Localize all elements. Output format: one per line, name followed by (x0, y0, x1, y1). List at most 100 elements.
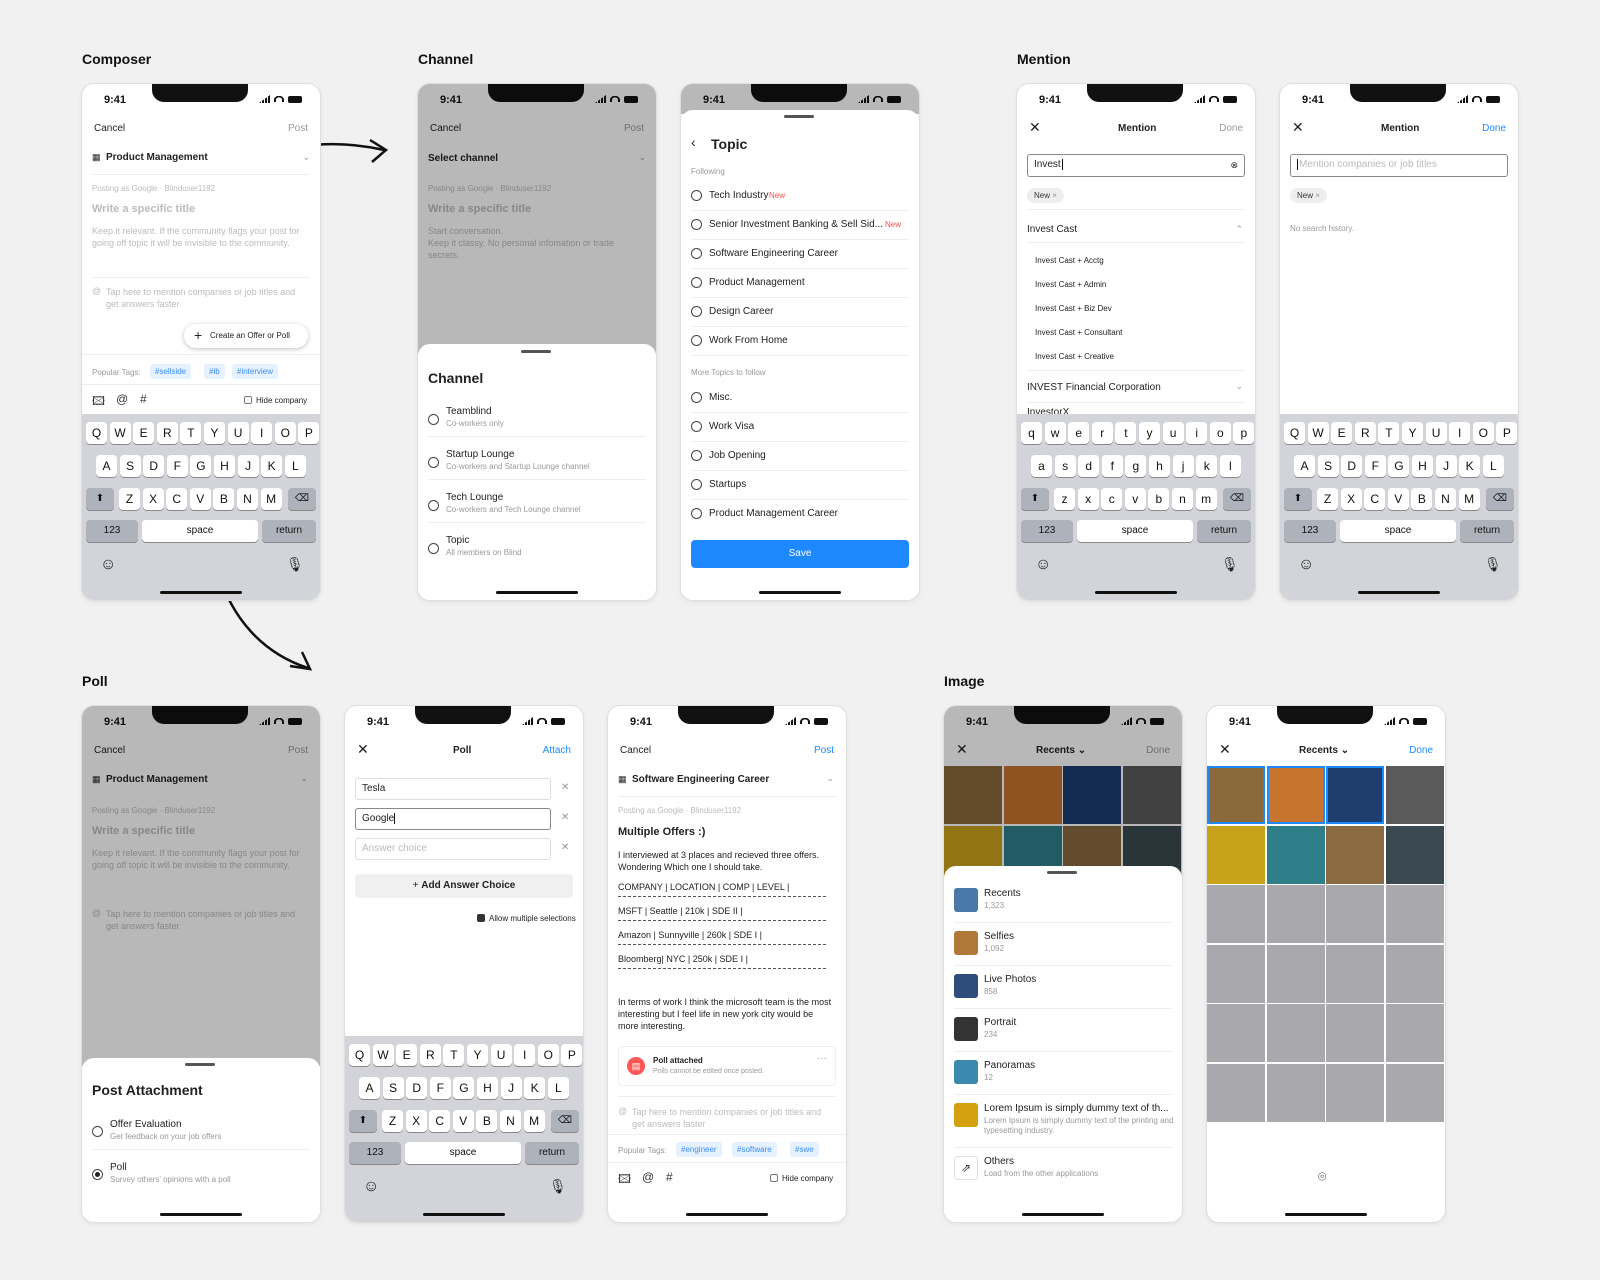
at-icon[interactable]: @ (642, 1171, 654, 1183)
title-input[interactable]: Write a specific title (92, 203, 195, 215)
microphone-icon[interactable]: 🎙 (286, 556, 304, 573)
mention-option[interactable]: Invest Cast + Consultant (1035, 328, 1122, 337)
key[interactable]: D (1341, 455, 1363, 477)
channel-name[interactable]: Software Engineering Career (632, 774, 769, 785)
key[interactable]: v (1124, 488, 1146, 510)
backspace-key[interactable]: ⌫ (288, 488, 316, 510)
radio-topic[interactable] (691, 421, 702, 432)
key[interactable]: P (298, 422, 320, 444)
recents-dropdown[interactable]: Recents ⌄ (1299, 745, 1349, 756)
clear-icon[interactable]: ⊗ (1230, 155, 1238, 175)
tag-chip[interactable]: #ib (204, 364, 225, 379)
shift-key[interactable]: ⬆ (1284, 488, 1312, 510)
key[interactable]: Z (119, 488, 140, 510)
done-button[interactable]: Done (1409, 745, 1433, 756)
photo-thumbnail[interactable] (1207, 825, 1265, 884)
topic-option[interactable]: Startups (709, 479, 746, 490)
mention-input[interactable]: Tap here to mention companies or job tit… (632, 1106, 836, 1130)
key[interactable]: L (1482, 455, 1504, 477)
attach-button[interactable]: Attach (543, 745, 571, 756)
key[interactable]: F (1364, 455, 1386, 477)
hashtag-icon[interactable]: # (140, 393, 147, 405)
shift-key[interactable]: ⬆ (1021, 488, 1049, 510)
album-name[interactable]: Selfies (984, 931, 1014, 942)
return-key[interactable]: return (1460, 520, 1514, 542)
shift-key[interactable]: ⬆ (86, 488, 114, 510)
close-icon[interactable]: ✕ (1292, 119, 1304, 136)
mention-option[interactable]: Invest Cast + Creative (1035, 352, 1114, 361)
key[interactable]: F (429, 1077, 451, 1099)
space-key[interactable]: space (405, 1142, 521, 1164)
key[interactable]: p (1233, 422, 1255, 444)
backspace-key[interactable]: ⌫ (1486, 488, 1514, 510)
microphone-icon[interactable]: 🎙 (1484, 556, 1502, 573)
key[interactable]: H (1412, 455, 1433, 477)
post-button[interactable]: Post (814, 745, 834, 756)
key[interactable]: S (1317, 455, 1339, 477)
key[interactable]: D (406, 1077, 428, 1099)
key[interactable]: M (260, 488, 282, 510)
group-header[interactable]: Invest Cast (1027, 224, 1077, 235)
key[interactable]: P (561, 1044, 583, 1066)
key[interactable]: V (1387, 488, 1409, 510)
channel-option[interactable]: Tech Lounge (446, 492, 503, 503)
image-icon[interactable]: 🖾 (618, 1173, 631, 1185)
emoji-icon[interactable]: ☺ (100, 556, 116, 574)
key[interactable]: C (1364, 488, 1386, 510)
option-name[interactable]: Offer Evaluation (110, 1119, 182, 1130)
album-name[interactable]: Recents (984, 888, 1021, 899)
numbers-key[interactable]: 123 (1284, 520, 1336, 542)
radio-topic[interactable] (691, 306, 702, 317)
key[interactable]: T (1378, 422, 1400, 444)
key[interactable]: M (523, 1110, 545, 1132)
option-name[interactable]: Poll (110, 1162, 127, 1173)
key[interactable]: l (1219, 455, 1241, 477)
topic-option[interactable]: Job Opening (709, 450, 766, 461)
key[interactable]: G (1388, 455, 1410, 477)
hide-company-checkbox[interactable] (244, 396, 252, 404)
image-icon[interactable]: 🖾 (92, 395, 105, 407)
topic-option[interactable]: Work Visa (709, 421, 754, 432)
key[interactable]: J (237, 455, 259, 477)
add-answer-button[interactable]: + Add Answer Choice (355, 874, 573, 898)
photo-thumbnail[interactable] (1326, 825, 1384, 884)
key[interactable]: F (166, 455, 188, 477)
key[interactable]: A (359, 1077, 380, 1099)
backspace-key[interactable]: ⌫ (1223, 488, 1251, 510)
key[interactable]: I (514, 1044, 536, 1066)
filter-chip[interactable]: New × (1290, 188, 1327, 203)
more-icon[interactable]: ··· (817, 1053, 827, 1064)
photo-thumbnail[interactable] (1385, 825, 1444, 884)
key[interactable]: h (1149, 455, 1170, 477)
album-name[interactable]: Panoramas (984, 1060, 1035, 1071)
close-icon[interactable]: ✕ (1219, 741, 1231, 758)
key[interactable]: n (1172, 488, 1193, 510)
key[interactable]: H (214, 455, 235, 477)
close-icon[interactable]: × (1052, 191, 1057, 200)
key[interactable]: E (133, 422, 155, 444)
radio-offer[interactable] (92, 1126, 103, 1137)
at-icon[interactable]: @ (116, 393, 128, 405)
radio-topic[interactable] (691, 190, 702, 201)
space-key[interactable]: space (142, 520, 258, 542)
photo-thumbnail[interactable] (1385, 766, 1444, 824)
key[interactable]: K (524, 1077, 546, 1099)
group-header[interactable]: INVEST Financial Corporation (1027, 382, 1161, 393)
key[interactable]: U (1425, 422, 1447, 444)
mention-option[interactable]: Invest Cast + Biz Dev (1035, 304, 1112, 313)
microphone-icon[interactable]: 🎙 (549, 1178, 567, 1195)
key[interactable]: C (166, 488, 188, 510)
key[interactable]: Q (1284, 422, 1305, 444)
key[interactable]: O (274, 422, 296, 444)
key[interactable]: V (189, 488, 211, 510)
key[interactable]: m (1195, 488, 1217, 510)
mention-search-input[interactable]: Mention companies or job titles (1290, 154, 1508, 177)
tag-chip[interactable]: #swe (790, 1142, 819, 1157)
key[interactable]: u (1162, 422, 1184, 444)
key[interactable]: x (1077, 488, 1099, 510)
microphone-icon[interactable]: 🎙 (1221, 556, 1239, 573)
key[interactable]: E (1331, 422, 1353, 444)
radio-topic[interactable] (691, 392, 702, 403)
radio-topic[interactable] (691, 479, 702, 490)
back-icon[interactable]: ‹ (691, 134, 696, 150)
